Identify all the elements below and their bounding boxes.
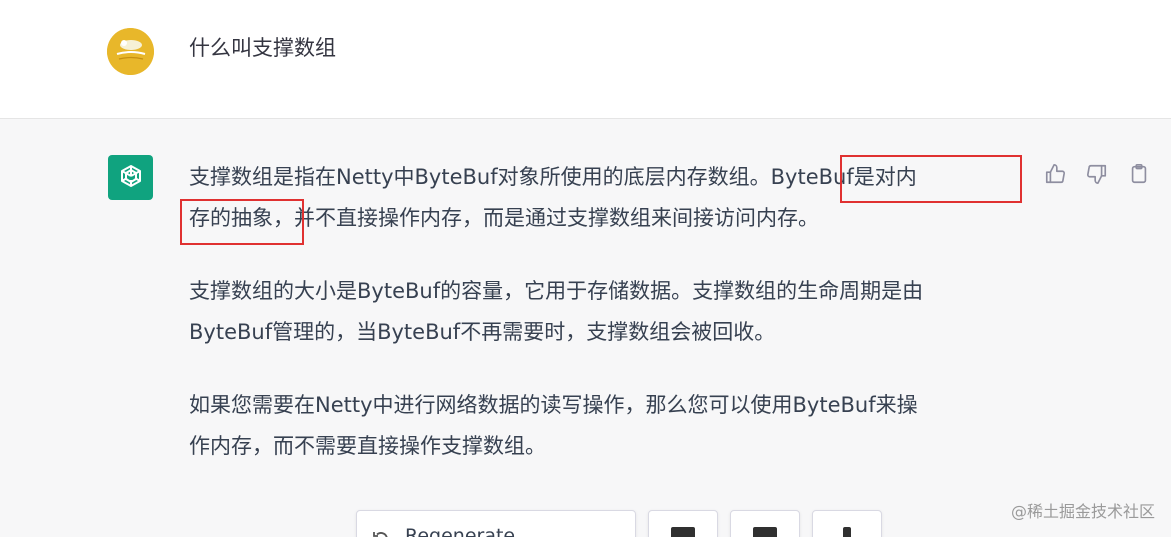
assistant-message-row: 支撑数组是指在Netty中ByteBuf对象所使用的底层内存数组。ByteBuf…: [0, 118, 1171, 537]
thumbs-down-icon[interactable]: [1084, 161, 1110, 187]
user-message-row: 什么叫支撑数组: [0, 0, 1171, 118]
chat-page: 什么叫支撑数组 支撑数组是指在Netty中ByteBuf对象所使用的底层内存数组…: [0, 0, 1171, 537]
answer-text: 如果您需要在Netty中进行网络数据的读写操作，那么您可以使用ByteBuf来操: [189, 393, 918, 417]
answer-paragraph-1: 支撑数组是指在Netty中ByteBuf对象所使用的底层内存数组。ByteBuf…: [189, 157, 1029, 239]
highlighted-text-2: 存的抽象，: [189, 206, 294, 230]
toolbar-button-3[interactable]: [812, 510, 882, 537]
toolbar-button-2[interactable]: [730, 510, 800, 537]
refresh-icon: [371, 529, 391, 537]
toolbar-button-1[interactable]: [648, 510, 718, 537]
assistant-answer: 支撑数组是指在Netty中ByteBuf对象所使用的底层内存数组。ByteBuf…: [189, 157, 1029, 499]
regenerate-label: Regenerate: [405, 525, 516, 537]
toolbar-icon: [843, 527, 851, 537]
highlighted-text-1: ByteBuf是对内: [770, 165, 917, 189]
answer-text: ByteBuf管理的，当ByteBuf不再需要时，支撑数组会被回收。: [189, 320, 776, 344]
regenerate-button[interactable]: Regenerate: [356, 510, 636, 537]
answer-text: 并不直接操作内存，而是通过支撑数组来间接访问内存。: [294, 206, 819, 230]
answer-text: 支撑数组的大小是ByteBuf的容量，它用于存储数据。支撑数组的生命周期是由: [189, 279, 924, 303]
message-actions: [1040, 161, 1160, 189]
answer-paragraph-2: 支撑数组的大小是ByteBuf的容量，它用于存储数据。支撑数组的生命周期是由 By…: [189, 271, 1029, 353]
chatgpt-logo-icon: [108, 155, 153, 200]
avatar-image: [107, 28, 154, 75]
watermark: @稀土掘金技术社区: [1010, 502, 1155, 521]
user-avatar: [107, 28, 154, 75]
toolbar-icon: [753, 527, 777, 537]
answer-text: 作内存，而不需要直接操作支撑数组。: [189, 434, 546, 458]
thumbs-up-icon[interactable]: [1042, 161, 1068, 187]
copy-icon[interactable]: [1126, 161, 1152, 187]
user-question: 什么叫支撑数组: [189, 36, 336, 60]
answer-text: 支撑数组是指在Netty中ByteBuf对象所使用的底层内存数组。: [189, 165, 771, 189]
answer-paragraph-3: 如果您需要在Netty中进行网络数据的读写操作，那么您可以使用ByteBuf来操…: [189, 385, 1029, 467]
toolbar-icon: [671, 527, 695, 537]
